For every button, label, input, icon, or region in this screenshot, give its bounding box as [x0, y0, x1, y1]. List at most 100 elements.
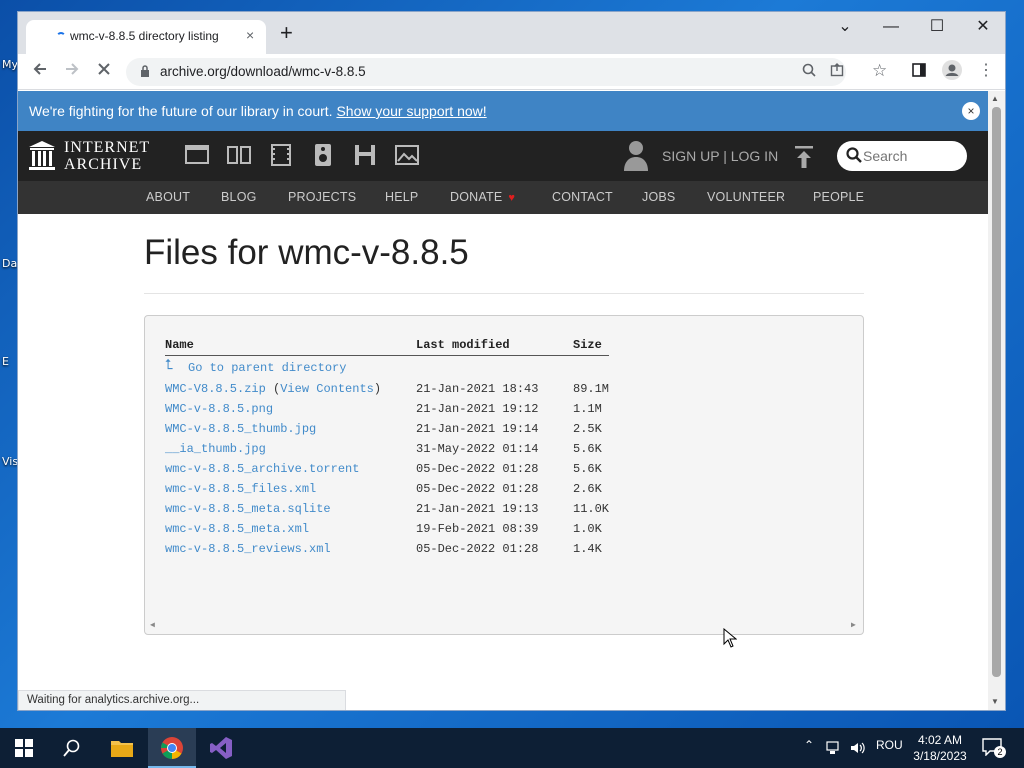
banner-support-link[interactable]: Show your support now!	[336, 103, 486, 119]
nav-jobs[interactable]: JOBS	[642, 190, 675, 204]
nav-volunteer[interactable]: VOLUNTEER	[707, 190, 785, 204]
column-header-name[interactable]: Name	[165, 338, 194, 352]
web-page: We're fighting for the future of our lib…	[18, 91, 990, 710]
nav-blog[interactable]: BLOG	[221, 190, 257, 204]
paren-open: (	[265, 382, 281, 396]
column-header-size[interactable]: Size	[573, 338, 602, 352]
profile-avatar-icon[interactable]	[942, 60, 962, 85]
scroll-right-arrow-icon[interactable]: ▶	[851, 620, 856, 630]
volume-icon[interactable]	[850, 741, 866, 755]
search-icon[interactable]	[802, 63, 816, 80]
menu-kebab-icon[interactable]: ⋮	[978, 60, 994, 82]
software-icon[interactable]	[352, 143, 378, 167]
file-date: 31-May-2022 01:14	[416, 442, 539, 456]
file-link[interactable]: WMC-v-8.8.5.png	[165, 402, 273, 416]
audio-icon[interactable]	[310, 143, 336, 167]
images-icon[interactable]	[394, 143, 420, 167]
desktop-icon-label[interactable]: Vis	[2, 455, 18, 468]
browser-window: wmc-v-8.8.5 directory listing × + ⌄ — ☐ …	[17, 11, 1006, 711]
desktop-icon-label[interactable]: E	[2, 355, 9, 368]
start-button[interactable]	[0, 728, 48, 768]
browser-tab[interactable]: wmc-v-8.8.5 directory listing ×	[26, 20, 266, 54]
taskbar: ⌃ ROU 4:02 AM 3/18/2023 2	[0, 728, 1024, 768]
upload-icon[interactable]	[794, 145, 814, 169]
video-icon[interactable]	[268, 143, 294, 167]
file-name[interactable]: WMC-V8.8.5.zip	[165, 382, 266, 396]
maximize-button[interactable]: ☐	[914, 16, 960, 38]
nav-contact[interactable]: CONTACT	[552, 190, 613, 204]
file-size: 11.0K	[573, 502, 610, 516]
file-explorer-button[interactable]	[98, 728, 146, 768]
bookmark-star-icon[interactable]: ☆	[872, 60, 887, 82]
file-link[interactable]: wmc-v-8.8.5_reviews.xml	[165, 542, 331, 556]
nav-people[interactable]: PEOPLE	[813, 190, 864, 204]
scroll-down-arrow-icon[interactable]: ▼	[991, 697, 999, 706]
forward-arrow-icon	[66, 63, 79, 75]
file-link[interactable]: wmc-v-8.8.5_files.xml	[165, 482, 316, 496]
notification-center-button[interactable]: 2	[982, 738, 1006, 758]
file-link[interactable]: WMC-v-8.8.5_thumb.jpg	[165, 422, 316, 436]
back-button[interactable]	[32, 60, 48, 82]
file-link[interactable]: WMC-V8.8.5.zip (View Contents)	[165, 382, 381, 396]
nav-projects[interactable]: PROJECTS	[288, 190, 356, 204]
system-clock[interactable]: 4:02 AM 3/18/2023	[900, 732, 980, 764]
file-link[interactable]: __ia_thumb.jpg	[165, 442, 266, 456]
search-icon	[63, 739, 80, 757]
chrome-taskbar-button[interactable]	[148, 728, 196, 768]
column-header-modified[interactable]: Last modified	[416, 338, 510, 352]
minimize-button[interactable]: —	[868, 16, 914, 38]
nav-donate[interactable]: DONATE ♥	[450, 190, 515, 204]
forward-button[interactable]	[64, 60, 80, 82]
signup-login-link[interactable]: SIGN UP | LOG IN	[662, 148, 778, 164]
file-link[interactable]: wmc-v-8.8.5_meta.sqlite	[165, 502, 331, 516]
share-icon[interactable]	[830, 63, 844, 80]
page-scrollbar[interactable]: ▲ ▼	[988, 91, 1005, 710]
internet-archive-logo-icon[interactable]	[28, 140, 56, 172]
address-bar[interactable]: archive.org/download/wmc-v-8.8.5	[126, 58, 846, 86]
scroll-up-arrow-icon[interactable]: ▲	[991, 94, 999, 103]
file-link[interactable]: wmc-v-8.8.5_meta.xml	[165, 522, 309, 536]
tab-search-button[interactable]: ⌄	[822, 16, 868, 38]
web-icon[interactable]	[184, 143, 210, 167]
desktop-icon-label[interactable]: Da	[2, 257, 17, 270]
network-icon[interactable]	[826, 741, 842, 755]
nav-help[interactable]: HELP	[385, 190, 418, 204]
file-size: 1.1M	[573, 402, 602, 416]
file-link[interactable]: wmc-v-8.8.5_archive.torrent	[165, 462, 359, 476]
url-text[interactable]: archive.org/download/wmc-v-8.8.5	[160, 64, 366, 79]
ia-nav-bar: ABOUT BLOG PROJECTS HELP DONATE ♥ CONTACT…	[18, 181, 990, 214]
stop-button[interactable]	[96, 60, 112, 82]
clock-time: 4:02 AM	[917, 733, 963, 747]
close-window-button[interactable]: ✕	[960, 16, 1005, 38]
visual-studio-button[interactable]	[198, 728, 246, 768]
scroll-left-arrow-icon[interactable]: ◀	[150, 620, 155, 630]
file-date: 21-Jan-2021 18:43	[416, 382, 539, 396]
parent-directory-link[interactable]: Go to parent directory	[188, 361, 346, 375]
stop-icon	[98, 63, 110, 75]
taskbar-search-button[interactable]	[48, 728, 96, 768]
view-contents-link[interactable]: View Contents	[280, 382, 374, 396]
input-language-indicator[interactable]: ROU	[876, 738, 903, 752]
file-date: 21-Jan-2021 19:12	[416, 402, 539, 416]
side-panel-icon[interactable]	[912, 60, 926, 82]
divider	[144, 293, 864, 294]
ia-search-input[interactable]	[863, 146, 959, 166]
banner-close-icon[interactable]: ×	[962, 102, 980, 120]
donation-banner: We're fighting for the future of our lib…	[18, 91, 990, 131]
texts-icon[interactable]	[226, 143, 252, 167]
lock-icon	[140, 65, 150, 80]
banner-message: We're fighting for the future of our lib…	[29, 103, 487, 119]
file-date: 21-Jan-2021 19:14	[416, 422, 539, 436]
ia-logo-text[interactable]: INTERNET ARCHIVE	[64, 139, 150, 173]
notification-count-badge: 2	[994, 746, 1006, 758]
nav-about[interactable]: ABOUT	[146, 190, 190, 204]
tab-close-icon[interactable]: ×	[246, 27, 254, 43]
user-icon[interactable]	[622, 139, 650, 171]
new-tab-button[interactable]: +	[280, 22, 293, 44]
show-hidden-icons-chevron-icon[interactable]: ⌃	[804, 738, 814, 752]
banner-text: We're fighting for the future of our lib…	[29, 103, 333, 119]
scrollbar-thumb[interactable]	[992, 107, 1001, 677]
desktop-icon-label[interactable]: My	[2, 58, 18, 71]
listing-header: Name Last modified Size	[165, 338, 609, 356]
ia-search-box[interactable]	[837, 141, 967, 171]
